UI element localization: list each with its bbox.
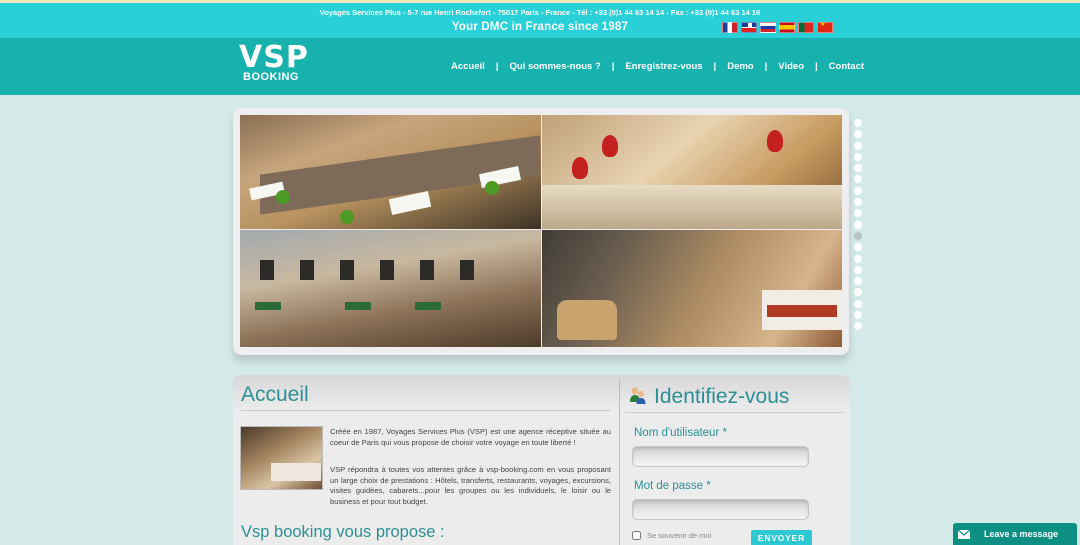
hotel-room-thumbnail bbox=[240, 426, 323, 490]
flag-pt-icon[interactable] bbox=[798, 22, 814, 33]
slider-dot[interactable] bbox=[854, 288, 862, 297]
slider-dot[interactable] bbox=[854, 141, 862, 150]
nav-separator: | bbox=[611, 61, 615, 72]
slider-dot[interactable] bbox=[854, 186, 862, 195]
leave-message-label: Leave a message bbox=[984, 529, 1059, 539]
vsp-booking-logo[interactable]: VSP BOOKING bbox=[239, 40, 309, 84]
image-slider bbox=[233, 108, 849, 355]
top-info-bar: Voyages Services Plus - 5-7 rue Henri Ro… bbox=[0, 0, 1080, 38]
intro-section: Accueil Créée en 1987, Voyages Services … bbox=[233, 375, 618, 545]
divider bbox=[241, 410, 610, 411]
slider-dot[interactable] bbox=[854, 175, 862, 184]
slider-dot[interactable] bbox=[854, 265, 862, 274]
slider-pagination bbox=[854, 119, 862, 331]
logo-text-bottom: BOOKING bbox=[243, 71, 300, 83]
nav-separator: | bbox=[815, 61, 818, 72]
slider-dot[interactable] bbox=[854, 243, 862, 252]
password-input[interactable] bbox=[632, 499, 809, 520]
remember-me[interactable]: Se souvenir de moi bbox=[632, 531, 711, 540]
nav-item-accueil[interactable]: Accueil bbox=[451, 61, 485, 72]
flag-es-icon[interactable] bbox=[779, 22, 795, 33]
nav-item-enregistrez-vous[interactable]: Enregistrez-vous bbox=[625, 61, 702, 72]
flag-ru-icon[interactable] bbox=[760, 22, 776, 33]
nav-item-contact[interactable]: Contact bbox=[829, 61, 864, 72]
slide-photo-hotel-facade bbox=[240, 230, 541, 347]
slider-dot[interactable] bbox=[854, 311, 862, 320]
main-navbar: VSP BOOKING Accueil | Qui sommes-nous ? … bbox=[0, 38, 1080, 95]
company-address: Voyages Services Plus - 5-7 rue Henri Ro… bbox=[319, 8, 761, 17]
nav-menu: Accueil | Qui sommes-nous ? | Enregistre… bbox=[451, 61, 864, 72]
slider-dot[interactable] bbox=[854, 209, 862, 218]
submit-button[interactable]: ENVOYER bbox=[751, 530, 812, 545]
language-switcher bbox=[722, 21, 833, 33]
leave-message-widget[interactable]: Leave a message bbox=[953, 523, 1077, 545]
slider-dot[interactable] bbox=[854, 277, 862, 286]
slider-dot[interactable] bbox=[854, 119, 862, 127]
slider-dot[interactable] bbox=[854, 299, 862, 308]
envelope-icon bbox=[953, 523, 975, 545]
tagline: Your DMC in France since 1987 bbox=[451, 21, 629, 33]
slider-dot[interactable] bbox=[854, 130, 862, 139]
slide-photo-meeting-room bbox=[240, 115, 541, 229]
main-content-panel: Accueil Créée en 1987, Voyages Services … bbox=[233, 375, 850, 545]
section-subtitle: Vsp booking vous propose : bbox=[241, 523, 445, 541]
slider-dot[interactable] bbox=[854, 164, 862, 173]
slider-dot[interactable] bbox=[854, 220, 862, 229]
slider-dot[interactable] bbox=[854, 198, 862, 207]
login-title: Identifiez-vous bbox=[654, 385, 790, 408]
nav-item-video[interactable]: Video bbox=[778, 61, 804, 72]
intro-paragraph: Créée en 1987, Voyages Services Plus (VS… bbox=[330, 427, 611, 447]
login-panel: Identifiez-vous Nom d'utilisateur * Mot … bbox=[620, 375, 850, 545]
slider-dot[interactable] bbox=[854, 231, 862, 240]
nav-separator: | bbox=[764, 61, 768, 72]
user-icon bbox=[630, 387, 646, 404]
remember-me-label: Se souvenir de moi bbox=[647, 531, 712, 540]
flag-cn-icon[interactable] bbox=[817, 21, 833, 33]
slider-dot[interactable] bbox=[854, 152, 862, 161]
nav-item-demo[interactable]: Demo bbox=[727, 61, 753, 72]
page-title: Accueil bbox=[241, 383, 309, 406]
username-input[interactable] bbox=[632, 446, 809, 467]
nav-separator: | bbox=[495, 61, 499, 72]
slide-photo-hotel-room bbox=[542, 230, 842, 347]
slide-photo-restaurant bbox=[542, 115, 842, 229]
remember-me-checkbox[interactable] bbox=[632, 531, 641, 540]
logo-text-top: VSP bbox=[239, 40, 309, 75]
services-paragraph: VSP répondra à toutes vos attentes grâce… bbox=[330, 465, 611, 506]
slider-dot[interactable] bbox=[854, 322, 862, 331]
nav-item-qui-sommes-nous[interactable]: Qui sommes-nous ? bbox=[509, 61, 600, 72]
password-label: Mot de passe * bbox=[634, 480, 711, 492]
divider bbox=[625, 412, 843, 413]
flag-fr-icon[interactable] bbox=[722, 22, 738, 33]
slider-dot[interactable] bbox=[854, 254, 862, 263]
nav-separator: | bbox=[713, 61, 717, 72]
flag-en-icon[interactable] bbox=[741, 22, 757, 33]
username-label: Nom d'utilisateur * bbox=[634, 427, 727, 439]
